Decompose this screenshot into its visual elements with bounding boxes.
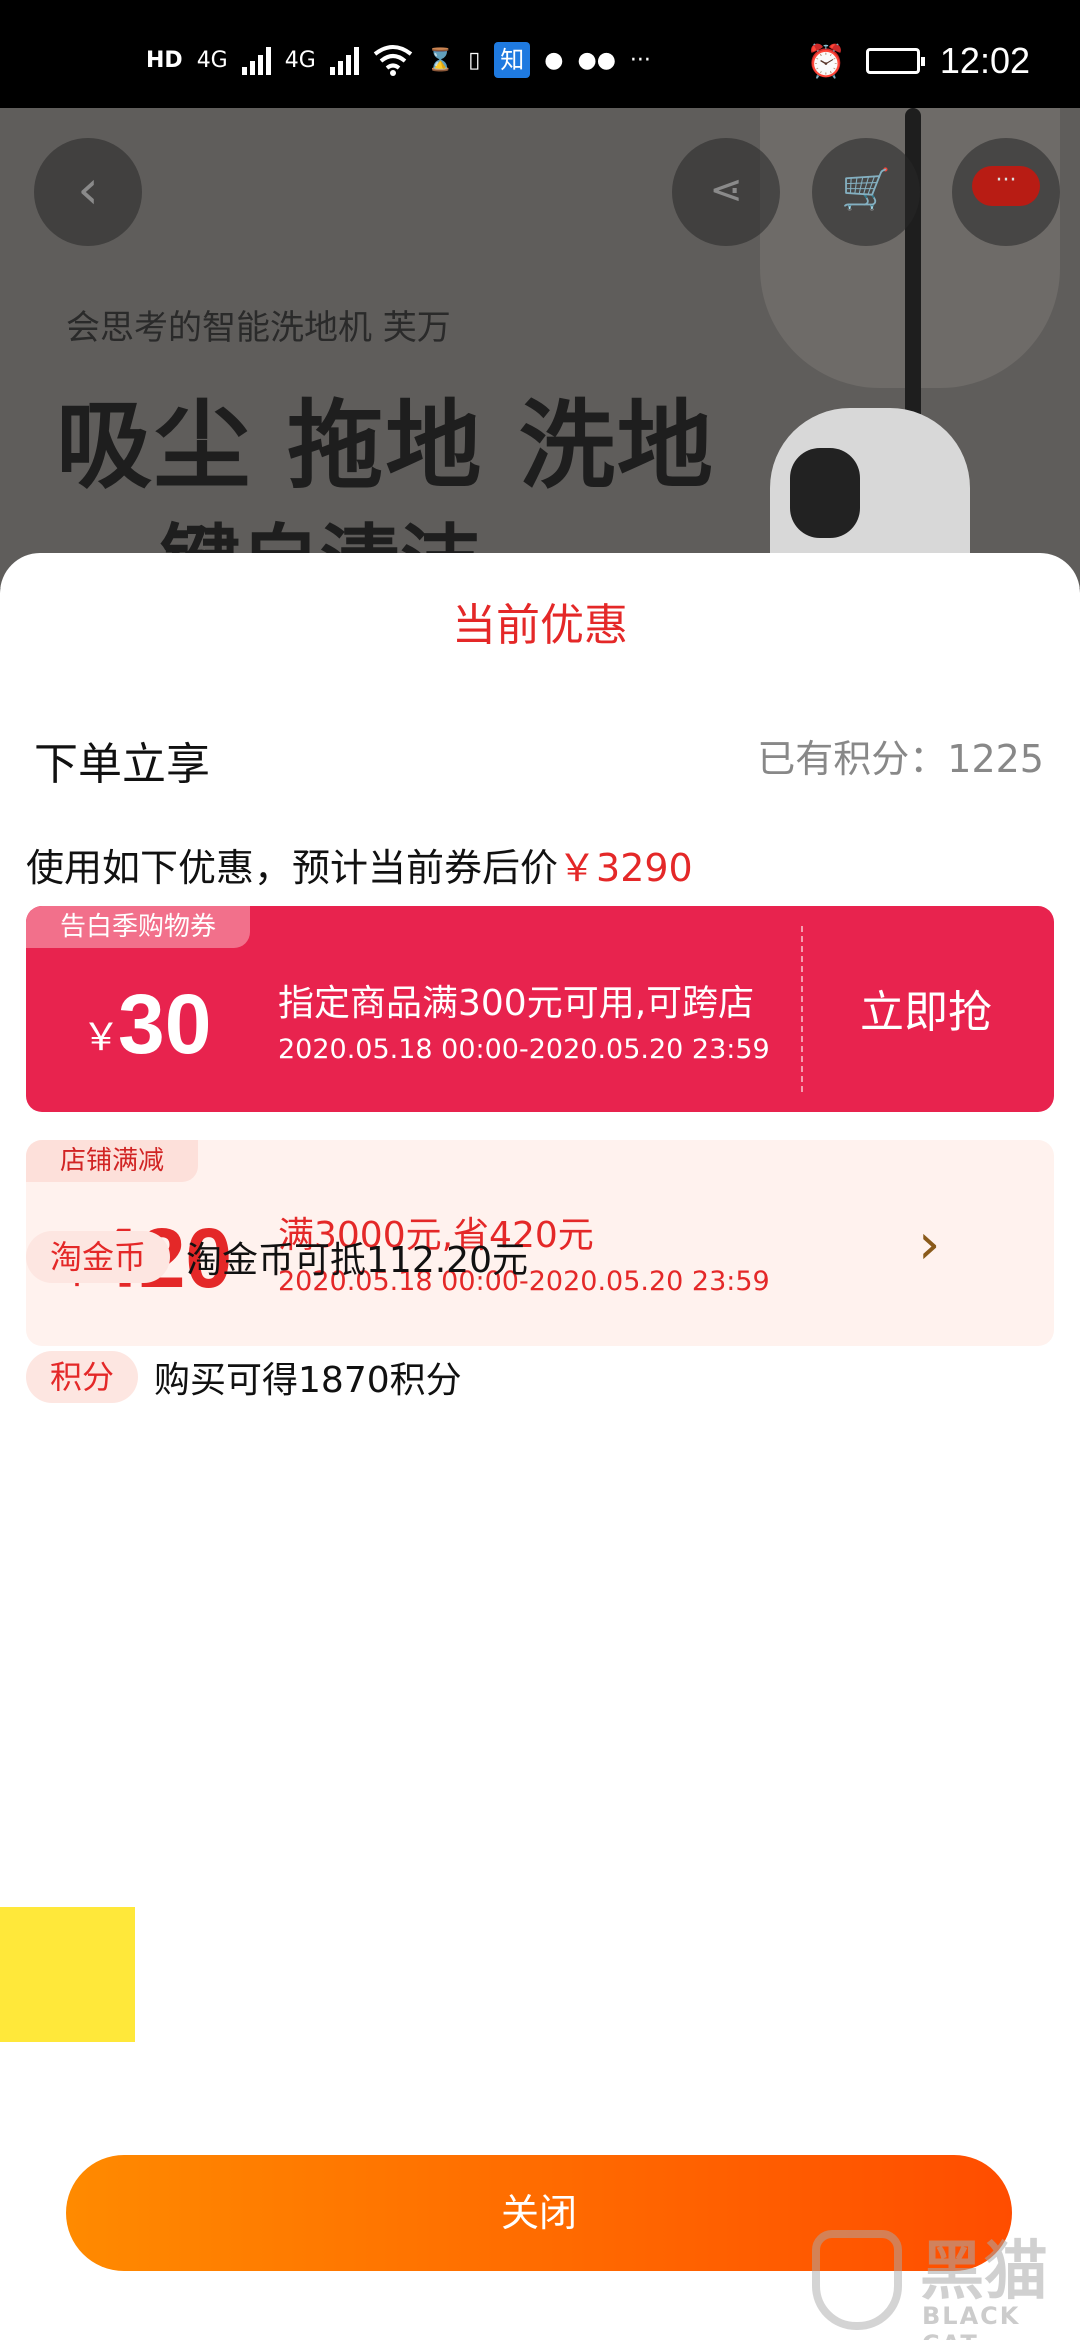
points-row: 积分 购买可得1870积分 bbox=[26, 1351, 462, 1403]
signal-icon bbox=[241, 45, 271, 75]
sim1-label: 4G bbox=[196, 47, 228, 73]
share-button[interactable]: ⋖ bbox=[672, 138, 780, 246]
sim2-label: 4G bbox=[284, 47, 316, 73]
status-bar: HD 4G 4G ⌛ ▯ 知 ● ●● ··· ⏰ 12:02 bbox=[0, 0, 1080, 108]
watermark-en: BLACK CAT bbox=[922, 2302, 1021, 2340]
product-subtitle: 会思考的智能洗地机 芙万 bbox=[66, 308, 451, 348]
wechat-icon: ●● bbox=[577, 47, 616, 73]
coupon-validity: 2020.05.18 00:00-2020.05.20 23:59 bbox=[278, 1034, 770, 1065]
cat-logo-icon bbox=[812, 2230, 902, 2330]
battery-icon bbox=[865, 48, 925, 74]
watermark: 黑猫 BLACK CAT bbox=[800, 2220, 1080, 2340]
notification-icon: ▯ bbox=[468, 47, 481, 73]
taojinbi-pill: 淘金币 bbox=[26, 1231, 171, 1283]
price-estimate: 使用如下优惠，预计当前券后价￥3290 bbox=[26, 837, 693, 892]
order-benefits-label: 下单立享 bbox=[34, 739, 210, 790]
taojinbi-text: 淘金币可抵112.20元 bbox=[186, 1240, 528, 1281]
points-text: 购买可得1870积分 bbox=[154, 1360, 462, 1401]
watermark-cn: 黑猫 bbox=[920, 2235, 1048, 2309]
status-time: 12:02 bbox=[939, 40, 1030, 81]
share-icon: ⋖ bbox=[709, 167, 743, 213]
zhihu-icon: 知 bbox=[494, 42, 531, 78]
claim-coupon-button[interactable]: 立即抢 bbox=[826, 976, 1026, 1040]
more-button[interactable]: ··· bbox=[952, 138, 1060, 246]
hourglass-icon: ⌛ bbox=[426, 47, 455, 73]
coupon-card[interactable]: 告白季购物券 ￥ 30 指定商品满300元可用,可跨店 2020.05.18 0… bbox=[26, 906, 1054, 1112]
chevron-right-icon[interactable]: › bbox=[918, 1212, 940, 1277]
message-icon: ● bbox=[544, 47, 564, 73]
discount-sheet: 当前优惠 下单立享 已有积分：1225 使用如下优惠，预计当前券后价￥3290 … bbox=[0, 553, 1080, 2340]
more-icon: ··· bbox=[629, 47, 651, 73]
cart-icon: 🛒 bbox=[841, 167, 891, 213]
highlight-block bbox=[0, 1907, 135, 2042]
taojinbi-row: 淘金币 淘金币可抵112.20元 bbox=[26, 1231, 528, 1283]
alarm-icon: ⏰ bbox=[806, 42, 846, 80]
wifi-icon bbox=[373, 45, 413, 76]
status-left: HD 4G 4G ⌛ ▯ 知 ● ●● ··· bbox=[146, 42, 651, 78]
coupon-description: 指定商品满300元可用,可跨店 bbox=[278, 983, 755, 1024]
signal-icon bbox=[329, 45, 359, 75]
product-page-background: ‹ ⋖ 🛒 ··· 会思考的智能洗地机 芙万 吸尘 拖地 洗地 键自清洁 bbox=[0, 108, 1080, 588]
price-estimate-text: 使用如下优惠，预计当前券后价 bbox=[26, 846, 559, 890]
coupon-amount: 30 bbox=[118, 977, 212, 1071]
more-badge: ··· bbox=[972, 166, 1040, 206]
status-right: ⏰ 12:02 bbox=[806, 40, 1030, 82]
coupon-divider bbox=[801, 926, 803, 1092]
points-pill: 积分 bbox=[26, 1351, 139, 1403]
points-balance: 已有积分：1225 bbox=[757, 737, 1044, 781]
hd-icon: HD bbox=[146, 47, 183, 73]
back-button[interactable]: ‹ bbox=[34, 138, 142, 246]
currency-symbol: ￥ bbox=[82, 1015, 121, 1059]
estimated-price: ￥3290 bbox=[558, 846, 693, 890]
coupon-tag: 店铺满减 bbox=[26, 1140, 199, 1182]
cart-button[interactable]: 🛒 bbox=[812, 138, 920, 246]
coupon-tag: 告白季购物券 bbox=[26, 906, 251, 948]
product-headline: 吸尘 拖地 洗地 bbox=[56, 390, 715, 502]
chevron-left-icon: ‹ bbox=[77, 158, 99, 221]
sheet-title: 当前优惠 bbox=[452, 600, 628, 651]
